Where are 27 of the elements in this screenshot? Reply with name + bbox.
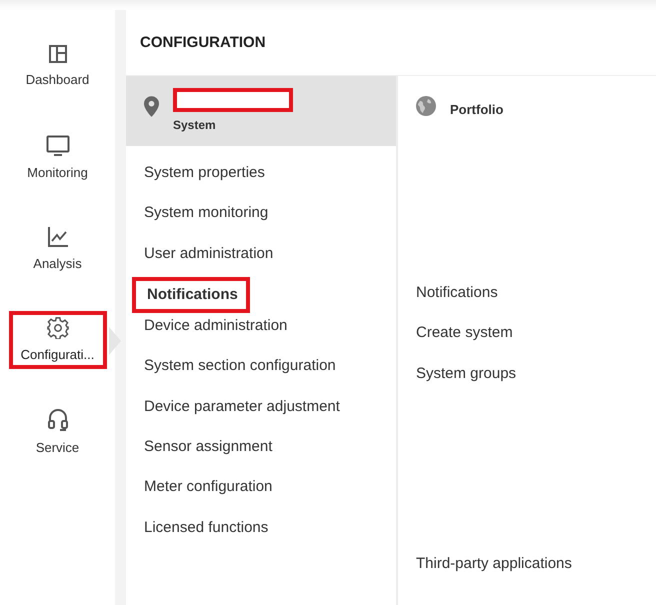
menu-item[interactable]: System properties: [126, 160, 396, 200]
system-header[interactable]: System: [126, 76, 396, 146]
globe-icon: [416, 96, 436, 116]
layout-icon: [48, 44, 68, 64]
menu-item[interactable]: System section configuration: [126, 353, 396, 394]
menu-item[interactable]: Create system: [398, 320, 656, 361]
menu-item[interactable]: System monitoring: [126, 200, 396, 241]
menu-item[interactable]: Device parameter adjustment: [126, 394, 396, 434]
settings-icon: [46, 317, 68, 339]
menu-item[interactable]: Meter configuration: [126, 474, 396, 515]
menu-item[interactable]: Notifications: [398, 280, 656, 320]
page-title: CONFIGURATION: [140, 34, 266, 51]
line-chart-icon: [46, 226, 68, 248]
menu-item[interactable]: Third-party applications: [398, 550, 656, 591]
menu-item[interactable]: Sensor assignment: [126, 434, 396, 474]
monitor-icon: [46, 135, 70, 157]
location-pin-icon: [144, 96, 159, 117]
menu-item[interactable]: Licensed functions: [126, 514, 396, 555]
menu-item[interactable]: System groups: [398, 360, 656, 401]
menu-item[interactable]: Notifications: [132, 276, 250, 313]
headset-icon: [46, 408, 68, 432]
nav-item[interactable]: Service: [8, 402, 106, 460]
nav-item[interactable]: Monitoring: [8, 129, 106, 187]
menu-item[interactable]: Device administration: [126, 313, 396, 354]
nav-item[interactable]: Dashboard: [8, 38, 106, 96]
portfolio-header: Portfolio: [450, 102, 504, 119]
nav-item[interactable]: Analysis: [8, 220, 106, 278]
